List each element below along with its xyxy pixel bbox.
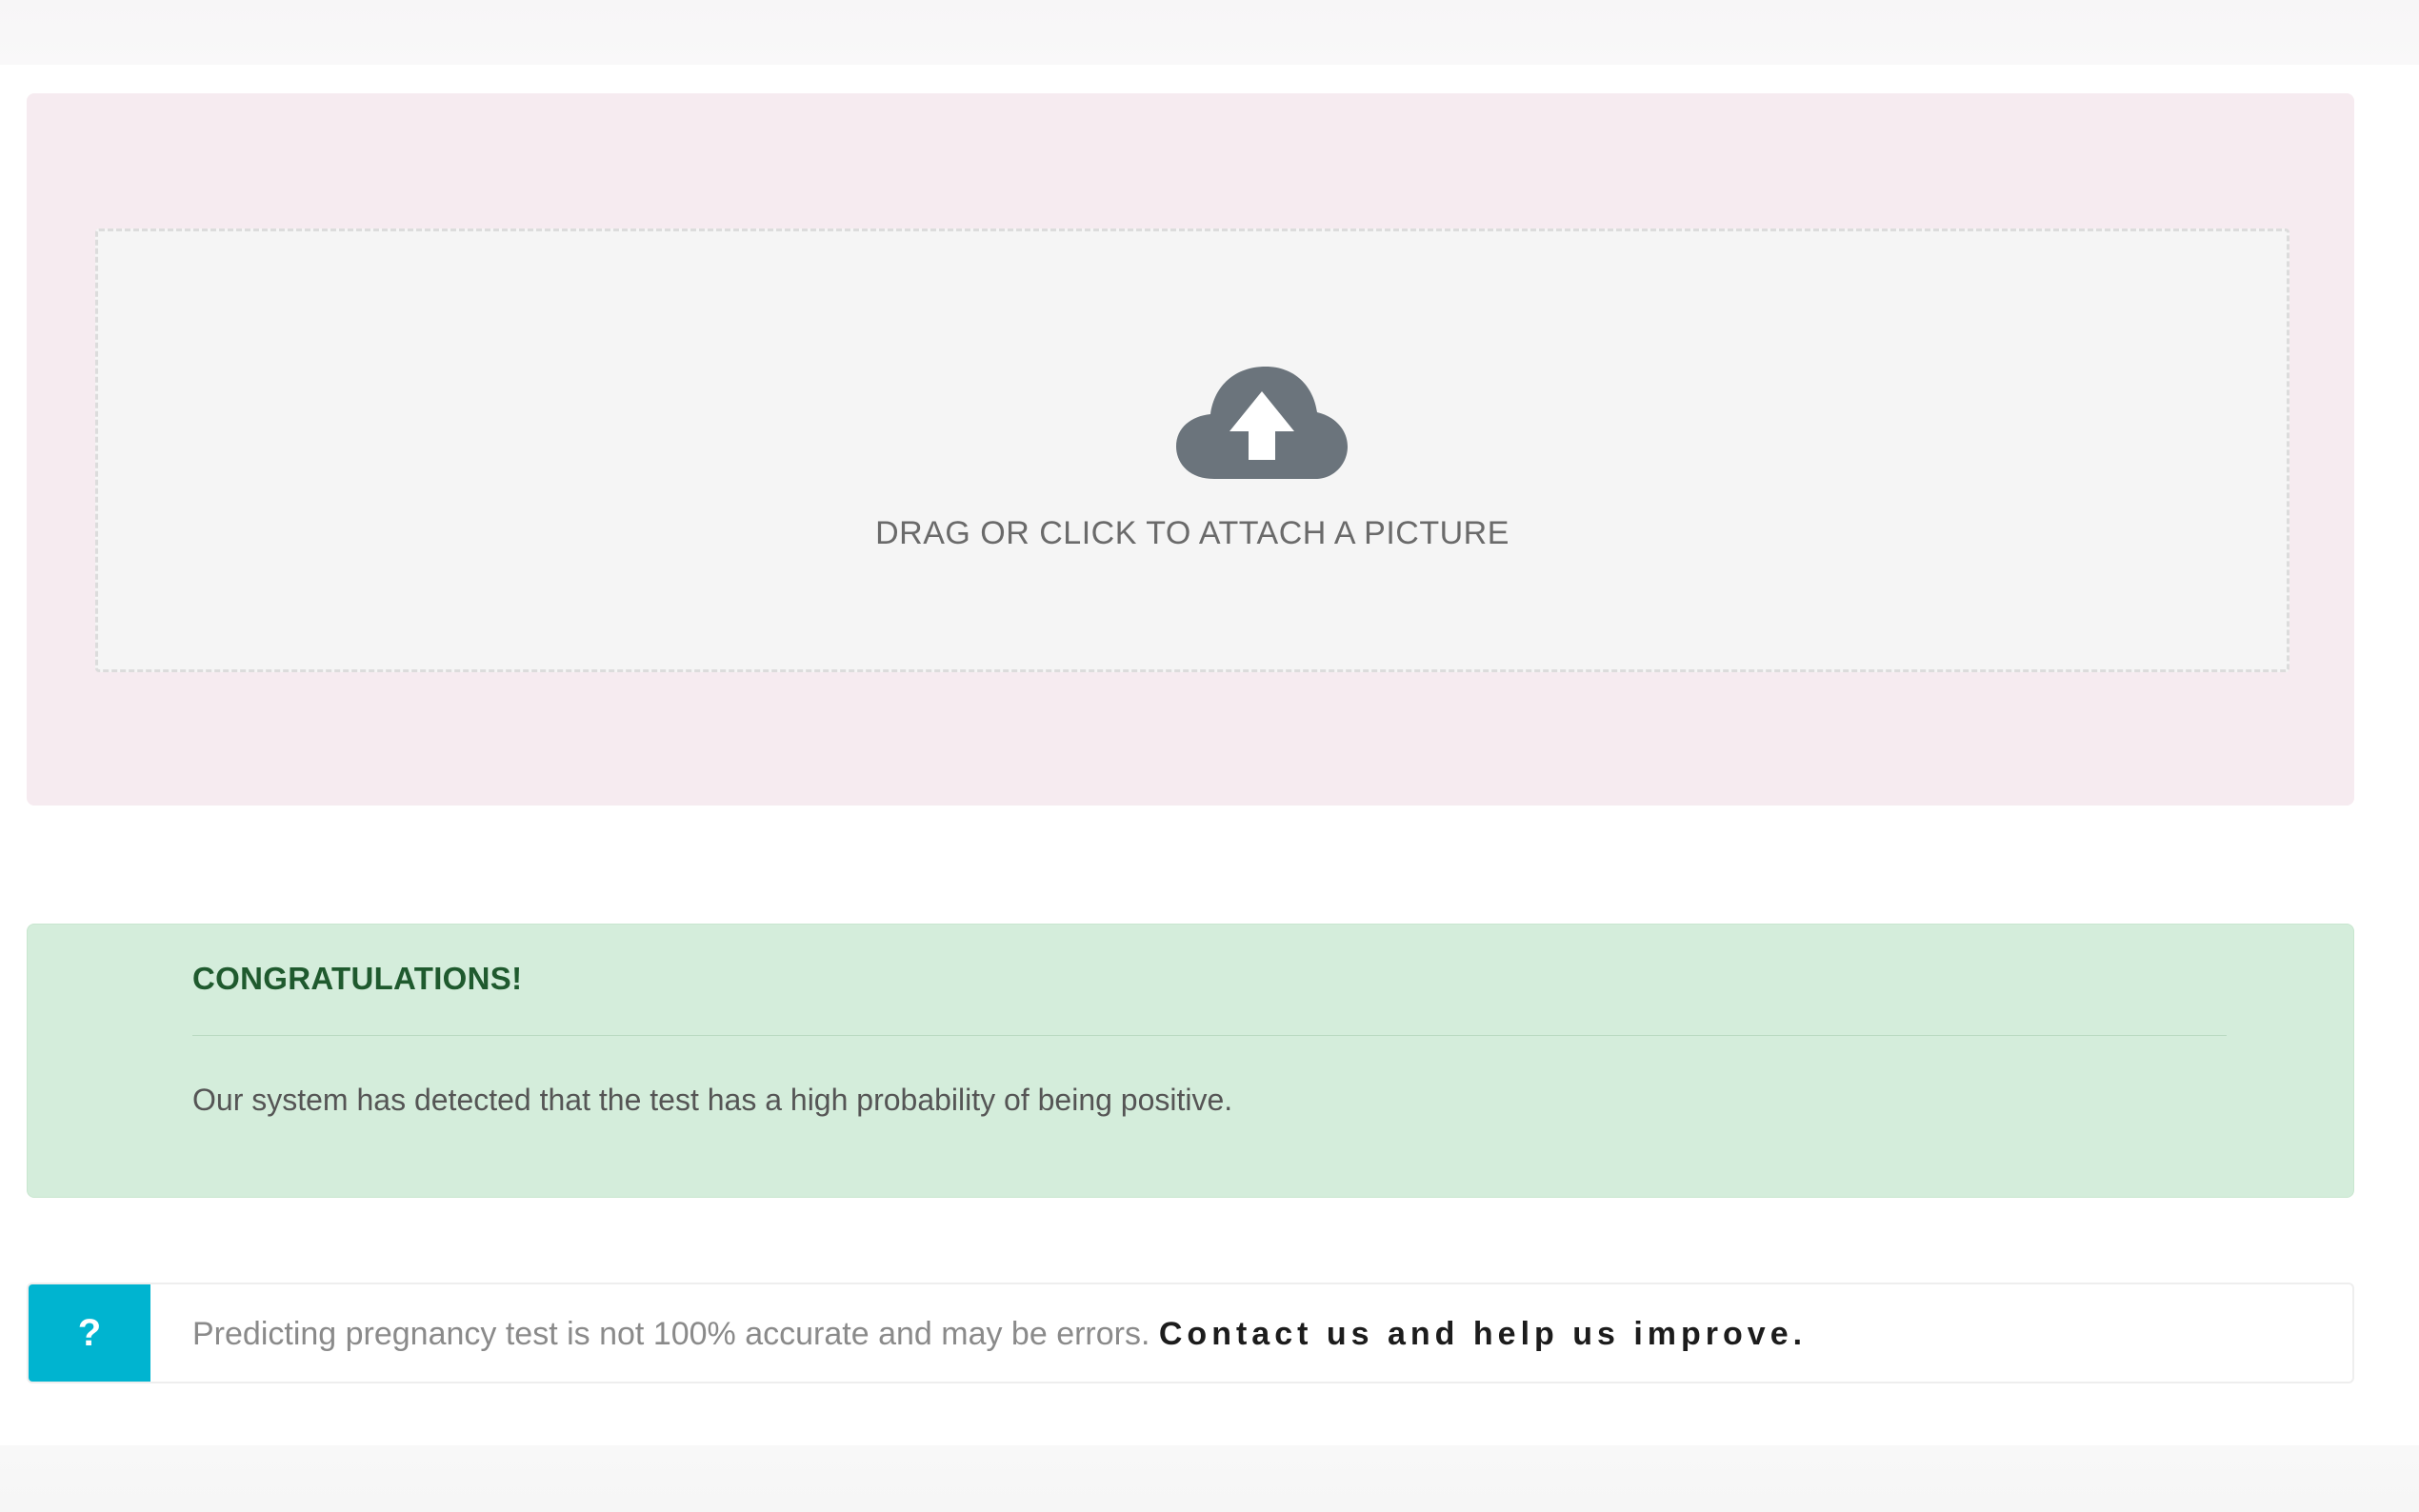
result-message: Our system has detected that the test ha…	[192, 1083, 1233, 1117]
disclaimer-message: Predicting pregnancy test is not 100% ac…	[192, 1316, 1159, 1352]
top-header-strip	[0, 0, 2419, 65]
disclaimer-text: Predicting pregnancy test is not 100% ac…	[192, 1316, 1807, 1353]
dropzone-instruction: DRAG OR CLICK TO ATTACH A PICTURE	[875, 515, 1509, 551]
contact-us-link[interactable]: Contact us and help us improve.	[1159, 1316, 1807, 1352]
bottom-footer-strip	[0, 1445, 2419, 1512]
result-title: CONGRATULATIONS!	[192, 961, 523, 996]
result-alert: CONGRATULATIONS! Our system has detected…	[27, 924, 2354, 1198]
upload-panel: DRAG OR CLICK TO ATTACH A PICTURE	[27, 93, 2354, 806]
disclaimer-bar: ? Predicting pregnancy test is not 100% …	[27, 1283, 2354, 1383]
help-question-icon[interactable]: ?	[29, 1284, 150, 1382]
result-divider	[192, 1035, 2227, 1036]
cloud-upload-icon	[1176, 367, 1348, 479]
picture-dropzone[interactable]: DRAG OR CLICK TO ATTACH A PICTURE	[95, 229, 2289, 672]
